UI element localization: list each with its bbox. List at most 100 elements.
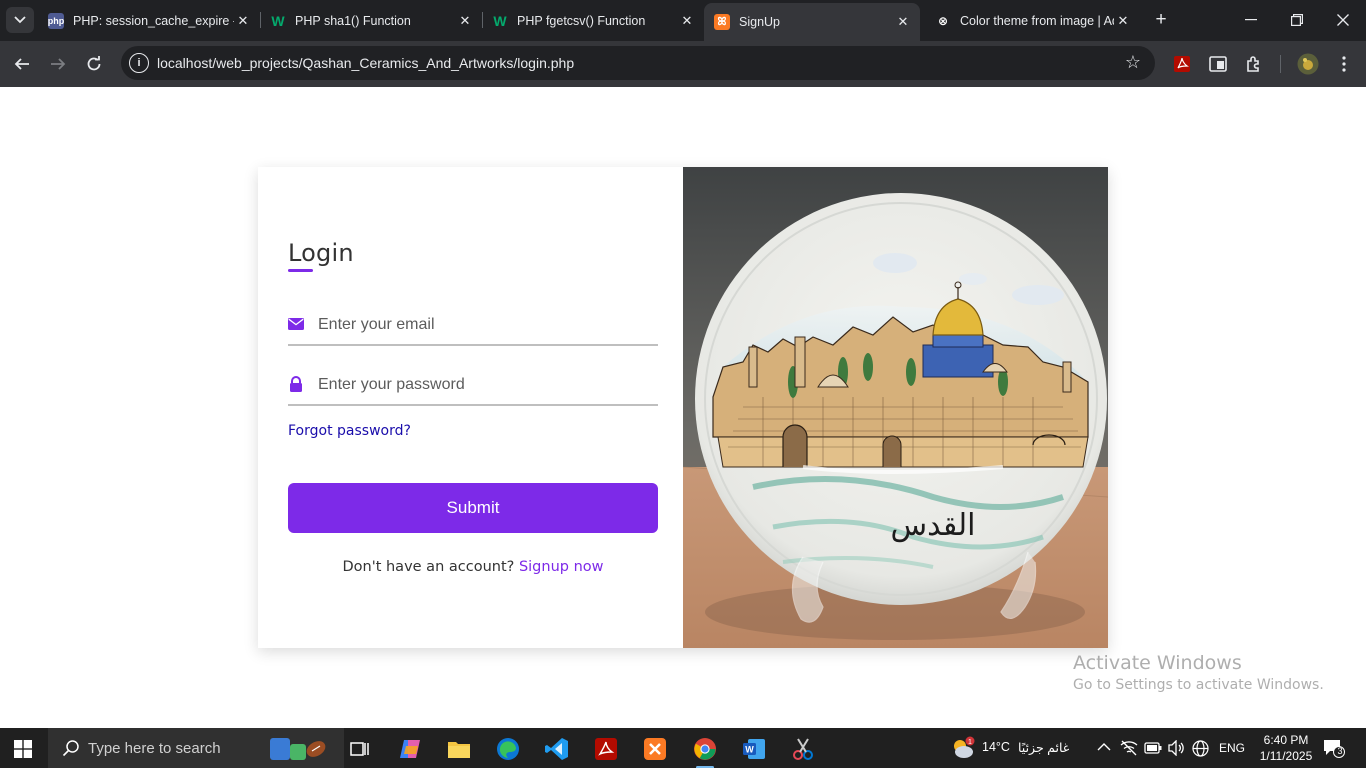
notification-count: 3 xyxy=(1337,746,1343,756)
search-placeholder: Type here to search xyxy=(88,739,221,757)
pdf-extension-icon[interactable] xyxy=(1170,52,1194,76)
search-icon xyxy=(62,740,79,757)
acrobat-app[interactable] xyxy=(589,734,623,764)
profile-avatar[interactable] xyxy=(1296,52,1320,76)
toolbar-divider xyxy=(1280,55,1281,73)
tab-search-button[interactable] xyxy=(6,7,34,33)
bookmark-star-icon[interactable]: ☆ xyxy=(1125,52,1141,73)
password-input[interactable] xyxy=(318,366,656,404)
vscode-app[interactable] xyxy=(540,734,574,764)
xampp-icon xyxy=(644,738,666,760)
activate-windows-watermark: Activate Windows Go to Settings to activ… xyxy=(1073,652,1324,693)
reading-mode-icon[interactable] xyxy=(1206,52,1230,76)
watermark-title: Activate Windows xyxy=(1073,652,1242,674)
tab-strip: php PHP: session_cache_expire - ✕ W PHP … xyxy=(0,0,1366,41)
watermark-subtitle: Go to Settings to activate Windows. xyxy=(1073,677,1324,693)
tab-signup[interactable]: ꕤ SignUp ✕ xyxy=(704,3,920,41)
close-tab-icon[interactable]: ✕ xyxy=(456,12,474,30)
browser-toolbar: i localhost/web_projects/Qashan_Ceramics… xyxy=(0,41,1366,87)
chevron-down-icon xyxy=(14,16,26,24)
forward-button[interactable] xyxy=(44,50,72,78)
file-explorer-app[interactable] xyxy=(442,734,476,764)
scissors-icon xyxy=(793,738,813,760)
password-field xyxy=(288,366,658,406)
back-button[interactable] xyxy=(8,50,36,78)
widgets-button[interactable] xyxy=(268,734,330,764)
close-tab-icon[interactable]: ✕ xyxy=(1114,12,1132,30)
close-tab-icon[interactable]: ✕ xyxy=(678,12,696,30)
signup-line: Don't have an account? Signup now xyxy=(288,559,658,575)
windows-taskbar: Type here to search W 1 14°C غائم جزئيًا… xyxy=(0,728,1366,768)
arrow-left-icon xyxy=(14,58,29,70)
w3schools-favicon-icon: W xyxy=(271,12,285,29)
chevron-up-icon[interactable] xyxy=(1097,742,1111,752)
language-indicator[interactable]: ENG xyxy=(1219,741,1245,755)
edge-app[interactable] xyxy=(491,734,525,764)
tab-color-theme[interactable]: ⊗ Color theme from image | Ad ✕ xyxy=(925,6,1140,35)
signup-link[interactable]: Signup now xyxy=(519,559,604,575)
task-view-icon xyxy=(350,742,369,756)
close-tab-icon[interactable]: ✕ xyxy=(234,12,252,30)
notification-center-button[interactable]: 3 xyxy=(1323,738,1347,758)
copilot-app[interactable] xyxy=(393,734,427,764)
vscode-icon xyxy=(545,738,568,760)
arrow-right-icon xyxy=(51,58,66,70)
clock-time: 6:40 PM xyxy=(1263,733,1309,747)
widgets-football-icon xyxy=(270,738,326,760)
weather-description[interactable]: غائم جزئيًا xyxy=(1018,740,1069,755)
address-bar[interactable]: i localhost/web_projects/Qashan_Ceramics… xyxy=(121,46,1155,80)
reload-icon xyxy=(87,56,101,71)
browser-menu-button[interactable] xyxy=(1332,52,1356,76)
close-tab-icon[interactable]: ✕ xyxy=(894,13,912,31)
xampp-app[interactable] xyxy=(638,734,672,764)
restore-button[interactable] xyxy=(1282,6,1312,34)
login-card: Login Forgot password? Submit Don't have… xyxy=(258,167,1108,648)
globe-icon[interactable] xyxy=(1192,740,1209,757)
clock-date: 1/11/2025 xyxy=(1259,749,1313,763)
title-underline xyxy=(288,269,313,272)
submit-button[interactable]: Submit xyxy=(288,483,658,533)
ceramic-plate-image: القدس xyxy=(683,167,1108,648)
word-app[interactable]: W xyxy=(737,734,771,764)
svg-text:W: W xyxy=(745,745,754,755)
tab-title: SignUp xyxy=(739,15,780,29)
tab-php-fgetcsv[interactable]: W PHP fgetcsv() Function ✕ xyxy=(482,6,704,35)
close-window-button[interactable] xyxy=(1328,6,1358,34)
restore-icon xyxy=(1291,14,1303,26)
email-input[interactable] xyxy=(318,306,656,344)
adobe-color-favicon-icon: ⊗ xyxy=(937,13,949,28)
php-favicon-icon: php xyxy=(48,12,64,29)
extensions-icon[interactable] xyxy=(1242,52,1266,76)
email-field xyxy=(288,306,658,346)
battery-icon[interactable] xyxy=(1144,741,1162,755)
reload-button[interactable] xyxy=(80,50,108,78)
login-title: Login xyxy=(288,239,354,267)
volume-icon[interactable] xyxy=(1167,740,1185,756)
plate-calligraphy: القدس xyxy=(890,508,975,543)
acrobat-icon xyxy=(595,738,617,760)
system-clock[interactable]: 6:40 PM 1/11/2025 xyxy=(1254,732,1318,764)
weather-temperature[interactable]: 14°C xyxy=(982,740,1010,754)
weather-icon[interactable]: 1 xyxy=(950,736,976,760)
minimize-icon xyxy=(1245,19,1257,21)
snipping-tool-app[interactable] xyxy=(786,734,820,764)
svg-text:1: 1 xyxy=(968,739,972,746)
new-tab-button[interactable]: + xyxy=(1150,9,1172,31)
address-url[interactable]: localhost/web_projects/Qashan_Ceramics_A… xyxy=(157,55,574,71)
tab-title: Color theme from image | Ad xyxy=(960,13,1114,28)
more-vertical-icon xyxy=(1342,56,1346,72)
forgot-password-link[interactable]: Forgot password? xyxy=(288,423,411,439)
lock-icon xyxy=(290,376,302,392)
site-info-icon[interactable]: i xyxy=(129,53,149,73)
wifi-off-icon[interactable] xyxy=(1120,740,1138,756)
edge-icon xyxy=(497,738,519,760)
word-icon: W xyxy=(743,739,765,759)
chrome-app[interactable] xyxy=(688,734,722,768)
minimize-button[interactable] xyxy=(1236,6,1266,34)
tab-php-sha1[interactable]: W PHP sha1() Function ✕ xyxy=(260,6,482,35)
folder-icon xyxy=(448,742,470,758)
copilot-icon xyxy=(400,740,420,758)
tab-php-session-cache-expire[interactable]: php PHP: session_cache_expire - ✕ xyxy=(38,6,260,35)
windows-start-icon[interactable] xyxy=(14,740,32,758)
task-view-button[interactable] xyxy=(343,734,377,764)
